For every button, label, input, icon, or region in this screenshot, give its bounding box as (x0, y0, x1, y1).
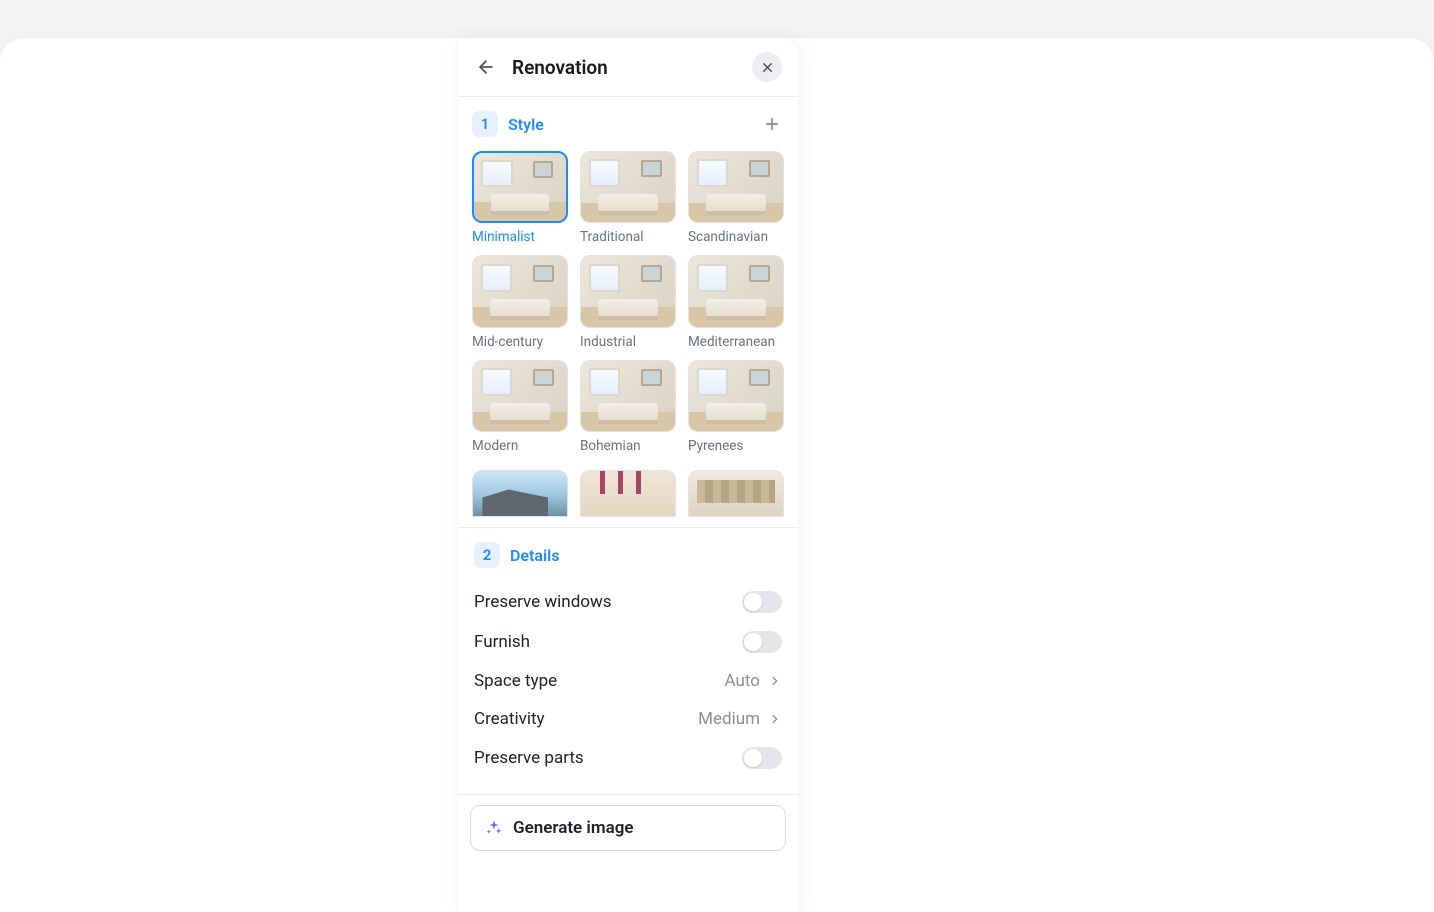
style-thumb (472, 255, 568, 327)
preserve-windows-toggle[interactable] (742, 591, 782, 613)
style-label: Minimalist (472, 229, 568, 245)
style-row-partial (472, 470, 784, 517)
style-section: 1 Style Minimalist Traditional Scandinav (458, 97, 798, 517)
style-label: Traditional (580, 229, 676, 245)
style-step-label: Style (508, 115, 750, 134)
preserve-parts-toggle[interactable] (742, 747, 782, 769)
add-style-button[interactable] (760, 112, 784, 136)
details-section-header: 2 Details (474, 542, 782, 568)
details-step-number: 2 (474, 542, 500, 568)
panel-header: Renovation (458, 38, 798, 97)
details-section: 2 Details Preserve windows Furnish Space… (458, 528, 798, 788)
furnish-label: Furnish (474, 632, 530, 652)
style-section-header: 1 Style (472, 111, 784, 137)
chevron-right-icon (768, 712, 782, 726)
creativity-row[interactable]: Creativity Medium (474, 700, 782, 738)
style-option-pyrenees[interactable]: Pyrenees (688, 360, 784, 454)
style-thumb (688, 470, 784, 517)
plus-icon (763, 115, 781, 133)
preserve-windows-row: Preserve windows (474, 582, 782, 622)
creativity-select[interactable]: Medium (698, 709, 782, 729)
style-option-industrial[interactable]: Industrial (580, 255, 676, 349)
generate-image-button[interactable]: Generate image (470, 805, 786, 851)
details-step-label: Details (510, 546, 782, 565)
creativity-label: Creativity (474, 709, 545, 729)
style-thumb (580, 151, 676, 223)
style-label: Scandinavian (688, 229, 784, 245)
sparkle-icon (485, 819, 503, 837)
preserve-parts-label: Preserve parts (474, 748, 584, 768)
preserve-windows-label: Preserve windows (474, 592, 612, 612)
style-label: Modern (472, 438, 568, 454)
style-label: Pyrenees (688, 438, 784, 454)
space-type-row[interactable]: Space type Auto (474, 662, 782, 700)
back-button[interactable] (472, 53, 500, 81)
style-label: Mediterranean (688, 334, 784, 350)
arrow-left-icon (476, 57, 496, 77)
style-thumb (688, 360, 784, 432)
style-option-extra-3[interactable] (688, 470, 784, 517)
style-option-extra-1[interactable] (472, 470, 568, 517)
style-option-scandinavian[interactable]: Scandinavian (688, 151, 784, 245)
space-type-value: Auto (725, 671, 760, 691)
style-option-mid-century[interactable]: Mid-century (472, 255, 568, 349)
style-option-minimalist[interactable]: Minimalist (472, 151, 568, 245)
style-thumb (580, 470, 676, 517)
style-thumb (688, 255, 784, 327)
style-grid: Minimalist Traditional Scandinavian Mid-… (472, 151, 784, 460)
chevron-right-icon (768, 674, 782, 688)
style-thumb (472, 360, 568, 432)
panel-title: Renovation (512, 56, 740, 79)
style-option-mediterranean[interactable]: Mediterranean (688, 255, 784, 349)
style-thumb (472, 151, 568, 223)
preserve-parts-row: Preserve parts (474, 738, 782, 778)
space-type-select[interactable]: Auto (725, 671, 782, 691)
style-thumb (580, 360, 676, 432)
creativity-value: Medium (698, 709, 760, 729)
furnish-toggle[interactable] (742, 631, 782, 653)
style-step-number: 1 (472, 111, 498, 137)
generate-image-label: Generate image (513, 818, 634, 838)
style-label: Bohemian (580, 438, 676, 454)
style-thumb (688, 151, 784, 223)
style-option-extra-2[interactable] (580, 470, 676, 517)
renovation-panel: Renovation 1 Style Minimalist Trad (458, 38, 798, 912)
close-icon (760, 60, 775, 75)
close-button[interactable] (752, 52, 782, 82)
generate-section: Generate image (458, 794, 798, 851)
panel-body: 1 Style Minimalist Traditional Scandinav (458, 97, 798, 912)
space-type-label: Space type (474, 671, 557, 691)
style-label: Mid-century (472, 334, 568, 350)
style-option-traditional[interactable]: Traditional (580, 151, 676, 245)
furnish-row: Furnish (474, 622, 782, 662)
style-label: Industrial (580, 334, 676, 350)
style-thumb (580, 255, 676, 327)
style-option-modern[interactable]: Modern (472, 360, 568, 454)
style-option-bohemian[interactable]: Bohemian (580, 360, 676, 454)
style-thumb (472, 470, 568, 517)
